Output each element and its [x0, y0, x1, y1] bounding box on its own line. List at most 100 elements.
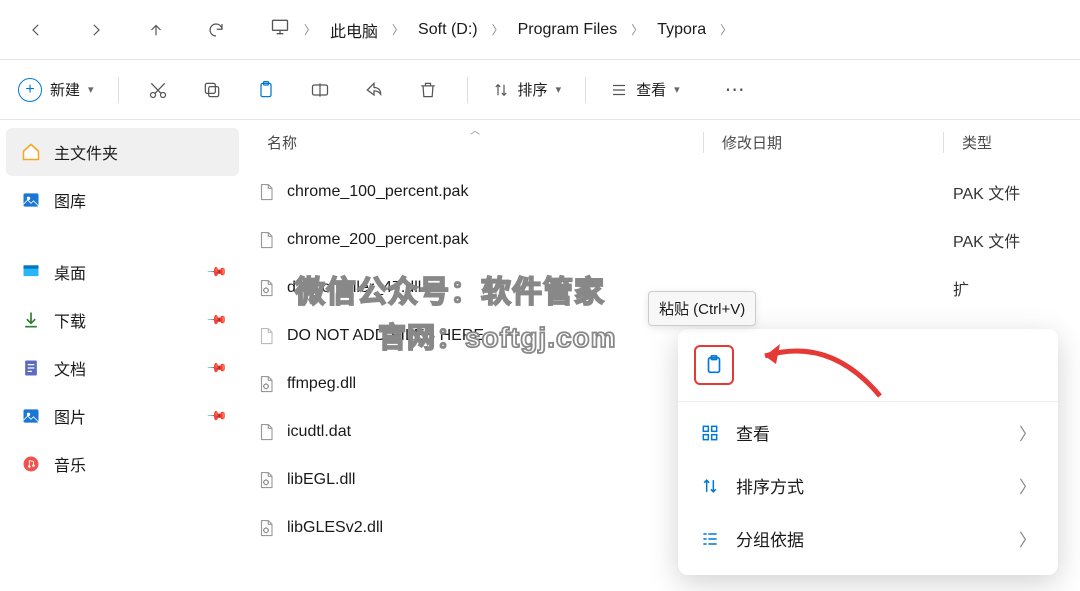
chevron-down-icon: ▾ [674, 83, 680, 96]
sidebar-item-label: 图片 [54, 404, 86, 428]
sidebar-item-downloads[interactable]: 下载 📌 [0, 296, 245, 344]
sort-button[interactable]: 排序 ▾ [492, 79, 562, 100]
paste-button[interactable] [251, 75, 281, 105]
file-icon [255, 469, 277, 491]
pin-icon: 📌 [206, 309, 229, 332]
sidebar-item-pictures[interactable]: 图片 📌 [0, 392, 245, 440]
file-icon [255, 181, 277, 203]
context-item-group[interactable]: 分组依据 〉 [678, 512, 1058, 565]
home-icon [20, 141, 42, 163]
chevron-right-icon: 〉 [720, 21, 732, 38]
chevron-right-icon: 〉 [492, 21, 504, 38]
file-name: chrome_100_percent.pak [287, 183, 713, 201]
file-icon [255, 229, 277, 251]
file-name: chrome_200_percent.pak [287, 231, 713, 249]
file-type: 扩 [953, 276, 969, 300]
file-icon [255, 277, 277, 299]
file-icon [255, 325, 277, 347]
separator [467, 77, 468, 103]
context-item-view[interactable]: 查看 〉 [678, 406, 1058, 459]
file-icon [255, 517, 277, 539]
context-item-sort[interactable]: 排序方式 〉 [678, 459, 1058, 512]
copy-button[interactable] [197, 75, 227, 105]
pin-icon: 📌 [206, 261, 229, 284]
chevron-down-icon: ▾ [88, 83, 94, 96]
sidebar-item-label: 桌面 [54, 260, 86, 284]
file-row[interactable]: chrome_100_percent.pakPAK 文件 [245, 168, 1080, 216]
pin-icon: 📌 [206, 405, 229, 428]
back-button[interactable] [20, 14, 52, 46]
downloads-icon [20, 309, 42, 331]
rename-button[interactable] [305, 75, 335, 105]
refresh-button[interactable] [200, 14, 232, 46]
toolbar: + 新建 ▾ 排序 ▾ 查看 ▾ ⋯ [0, 60, 1080, 120]
chevron-right-icon: 〉 [1019, 473, 1036, 498]
crumb-typora[interactable]: Typora [657, 21, 706, 39]
sort-indicator-icon: ︿ [470, 122, 480, 137]
sidebar-item-documents[interactable]: 文档 📌 [0, 344, 245, 392]
chevron-right-icon: 〉 [392, 21, 404, 38]
crumb-this-pc[interactable]: 此电脑 [330, 18, 378, 42]
crumb-program-files[interactable]: Program Files [518, 21, 618, 39]
sidebar-item-label: 文档 [54, 356, 86, 380]
chevron-right-icon: 〉 [1019, 420, 1036, 445]
separator [678, 401, 1058, 402]
sidebar: 主文件夹 图库 桌面 📌 下载 📌 文档 [0, 120, 245, 591]
view-button[interactable]: 查看 ▾ [610, 79, 680, 100]
breadcrumb: 〉 此电脑 〉 Soft (D:) 〉 Program Files 〉 Typo… [270, 17, 732, 42]
plus-icon: + [18, 78, 42, 102]
file-row[interactable]: chrome_200_percent.pak PAK 文件 [245, 216, 1080, 264]
file-type: PAK 文件 [953, 228, 1020, 252]
file-name: libEGL.dll [287, 471, 713, 489]
sidebar-item-label: 音乐 [54, 452, 86, 476]
sidebar-item-label: 主文件夹 [54, 140, 118, 164]
file-icon [255, 421, 277, 443]
forward-button[interactable] [80, 14, 112, 46]
context-paste-button[interactable] [694, 345, 734, 385]
pictures-icon [20, 405, 42, 427]
column-date[interactable]: 修改日期 [703, 132, 943, 153]
chevron-right-icon: 〉 [631, 21, 643, 38]
sidebar-item-gallery[interactable]: 图库 [0, 176, 245, 224]
view-label: 查看 [636, 79, 666, 100]
crumb-drive[interactable]: Soft (D:) [418, 21, 478, 39]
sidebar-item-music[interactable]: 音乐 [0, 440, 245, 488]
desktop-icon [20, 261, 42, 283]
separator [118, 77, 119, 103]
sidebar-item-home[interactable]: 主文件夹 [6, 128, 239, 176]
file-name: icudtl.dat [287, 423, 713, 441]
sidebar-item-desktop[interactable]: 桌面 📌 [0, 248, 245, 296]
context-menu: 查看 〉 排序方式 〉 分组依据 〉 [678, 329, 1058, 575]
new-button[interactable]: + 新建 ▾ [18, 78, 94, 102]
file-name: libGLESv2.dll [287, 519, 713, 537]
up-button[interactable] [140, 14, 172, 46]
paste-tooltip: 粘贴 (Ctrl+V) [648, 291, 756, 326]
column-headers: 名称 修改日期 类型 [245, 120, 1080, 168]
context-item-label: 查看 [736, 420, 770, 445]
this-pc-icon[interactable] [270, 17, 290, 42]
chevron-right-icon: 〉 [1019, 526, 1036, 551]
chevron-right-icon: 〉 [304, 21, 316, 38]
file-icon [255, 373, 277, 395]
file-name: DO NOT ADD FILES HERE [287, 327, 713, 345]
new-label: 新建 [50, 79, 80, 100]
separator [585, 77, 586, 103]
cut-button[interactable] [143, 75, 173, 105]
music-icon [20, 453, 42, 475]
documents-icon [20, 357, 42, 379]
sidebar-item-label: 下载 [54, 308, 86, 332]
column-type[interactable]: 类型 [943, 132, 1080, 153]
share-button[interactable] [359, 75, 389, 105]
column-name[interactable]: 名称 [267, 132, 703, 153]
gallery-icon [20, 189, 42, 211]
chevron-down-icon: ▾ [556, 83, 562, 96]
file-name: ffmpeg.dll [287, 375, 713, 393]
more-button[interactable]: ⋯ [720, 75, 750, 105]
sidebar-item-label: 图库 [54, 188, 86, 212]
delete-button[interactable] [413, 75, 443, 105]
sort-label: 排序 [518, 79, 548, 100]
pin-icon: 📌 [206, 357, 229, 380]
context-item-label: 分组依据 [736, 526, 804, 551]
address-bar: 〉 此电脑 〉 Soft (D:) 〉 Program Files 〉 Typo… [0, 0, 1080, 60]
context-menu-icon-row [678, 339, 1058, 397]
